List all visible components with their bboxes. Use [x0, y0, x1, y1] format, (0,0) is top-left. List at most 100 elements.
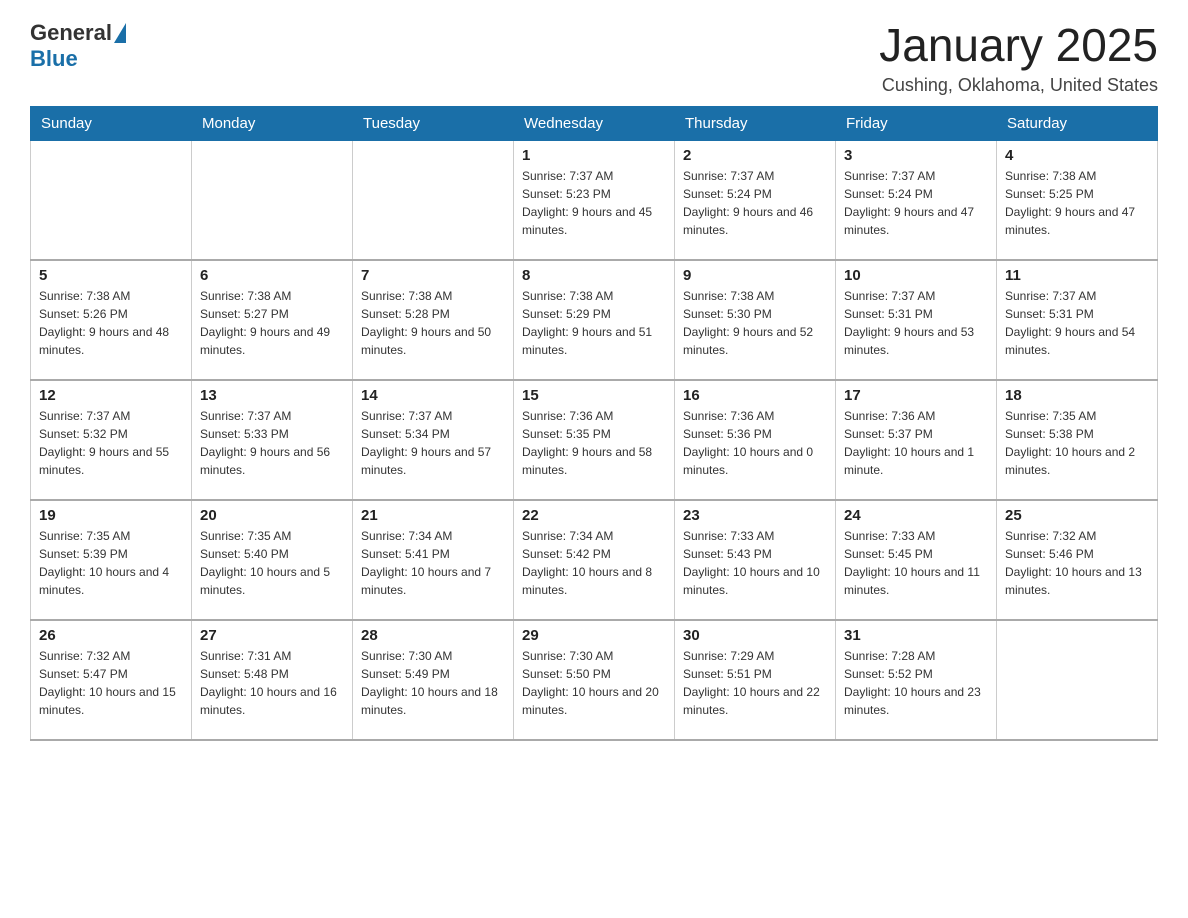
calendar-day-8: 8Sunrise: 7:38 AM Sunset: 5:29 PM Daylig… — [514, 260, 675, 380]
day-info: Sunrise: 7:37 AM Sunset: 5:34 PM Dayligh… — [361, 407, 505, 479]
day-info: Sunrise: 7:32 AM Sunset: 5:46 PM Dayligh… — [1005, 527, 1149, 599]
day-number: 27 — [200, 627, 344, 644]
calendar-week-3: 12 Sunrise: 7:37 AM Sunset: 5:32 PM Dayli… — [31, 380, 1158, 500]
calendar-day-20: 20 Sunrise: 7:35 AM Sunset: 5:40 PM Dayli… — [192, 500, 353, 620]
calendar-day-6: 6 Sunrise: 7:38 AM Sunset: 5:27 PM Daylig… — [192, 260, 353, 380]
calendar-day-26: 26Sunrise: 7:32 AM Sunset: 5:47 PM Dayli… — [31, 620, 192, 740]
day-info: Sunrise: 7:37 AM Sunset: 5:33 PM Dayligh… — [200, 407, 344, 479]
calendar-day-16: 16 Sunrise: 7:36 AM Sunset: 5:36 PM Dayli… — [675, 380, 836, 500]
day-info: Sunrise: 7:29 AM Sunset: 5:51 PM Dayligh… — [683, 647, 827, 719]
day-number: 20 — [200, 507, 344, 524]
day-info: Sunrise: 7:37 AM Sunset: 5:23 PM Dayligh… — [522, 167, 666, 239]
calendar-day-19: 19 Sunrise: 7:35 AM Sunset: 5:39 PM Dayli… — [31, 500, 192, 620]
day-info: Sunrise: 7:30 AM Sunset: 5:49 PM Dayligh… — [361, 647, 505, 719]
header-day-sunday: Sunday — [31, 106, 192, 140]
calendar-day-3: 3 Sunrise: 7:37 AM Sunset: 5:24 PM Daylig… — [836, 140, 997, 260]
day-number: 4 — [1005, 147, 1149, 164]
day-number: 16 — [683, 387, 827, 404]
day-number: 18 — [1005, 387, 1149, 404]
calendar-day-23: 23 Sunrise: 7:33 AM Sunset: 5:43 PM Dayli… — [675, 500, 836, 620]
day-number: 19 — [39, 507, 183, 524]
day-number: 24 — [844, 507, 988, 524]
header-day-wednesday: Wednesday — [514, 106, 675, 140]
calendar-day-5: 5 Sunrise: 7:38 AM Sunset: 5:26 PM Daylig… — [31, 260, 192, 380]
day-info: Sunrise: 7:37 AM Sunset: 5:32 PM Dayligh… — [39, 407, 183, 479]
empty-cell — [997, 620, 1158, 740]
day-info: Sunrise: 7:34 AM Sunset: 5:41 PM Dayligh… — [361, 527, 505, 599]
header-day-thursday: Thursday — [675, 106, 836, 140]
page-title: January 2025 — [879, 20, 1158, 71]
empty-cell — [31, 140, 192, 260]
day-number: 3 — [844, 147, 988, 164]
day-info: Sunrise: 7:35 AM Sunset: 5:40 PM Dayligh… — [200, 527, 344, 599]
day-info: Sunrise: 7:36 AM Sunset: 5:36 PM Dayligh… — [683, 407, 827, 479]
day-number: 22 — [522, 507, 666, 524]
calendar-day-9: 9Sunrise: 7:38 AM Sunset: 5:30 PM Daylig… — [675, 260, 836, 380]
empty-cell — [353, 140, 514, 260]
calendar-body: 1 Sunrise: 7:37 AM Sunset: 5:23 PM Daylig… — [31, 140, 1158, 740]
header-day-monday: Monday — [192, 106, 353, 140]
calendar-day-11: 11Sunrise: 7:37 AM Sunset: 5:31 PM Dayli… — [997, 260, 1158, 380]
page-header: General Blue January 2025 Cushing, Oklah… — [30, 20, 1158, 96]
calendar-day-15: 15 Sunrise: 7:36 AM Sunset: 5:35 PM Dayli… — [514, 380, 675, 500]
day-number: 10 — [844, 267, 988, 284]
calendar-table: SundayMondayTuesdayWednesdayThursdayFrid… — [30, 106, 1158, 742]
day-info: Sunrise: 7:38 AM Sunset: 5:27 PM Dayligh… — [200, 287, 344, 359]
calendar-day-30: 30Sunrise: 7:29 AM Sunset: 5:51 PM Dayli… — [675, 620, 836, 740]
calendar-day-21: 21 Sunrise: 7:34 AM Sunset: 5:41 PM Dayli… — [353, 500, 514, 620]
day-number: 17 — [844, 387, 988, 404]
calendar-day-17: 17Sunrise: 7:36 AM Sunset: 5:37 PM Dayli… — [836, 380, 997, 500]
calendar-day-29: 29 Sunrise: 7:30 AM Sunset: 5:50 PM Dayli… — [514, 620, 675, 740]
calendar-day-18: 18 Sunrise: 7:35 AM Sunset: 5:38 PM Dayli… — [997, 380, 1158, 500]
day-info: Sunrise: 7:35 AM Sunset: 5:38 PM Dayligh… — [1005, 407, 1149, 479]
day-info: Sunrise: 7:37 AM Sunset: 5:31 PM Dayligh… — [1005, 287, 1149, 359]
day-number: 25 — [1005, 507, 1149, 524]
day-info: Sunrise: 7:28 AM Sunset: 5:52 PM Dayligh… — [844, 647, 988, 719]
header-day-saturday: Saturday — [997, 106, 1158, 140]
day-number: 6 — [200, 267, 344, 284]
logo: General Blue — [30, 20, 128, 72]
day-info: Sunrise: 7:38 AM Sunset: 5:28 PM Dayligh… — [361, 287, 505, 359]
logo-general-text: General — [30, 20, 112, 46]
calendar-day-25: 25 Sunrise: 7:32 AM Sunset: 5:46 PM Dayli… — [997, 500, 1158, 620]
logo-triangle-icon — [114, 23, 126, 43]
calendar-day-14: 14 Sunrise: 7:37 AM Sunset: 5:34 PM Dayli… — [353, 380, 514, 500]
logo-blue-text: Blue — [30, 46, 78, 72]
day-info: Sunrise: 7:38 AM Sunset: 5:26 PM Dayligh… — [39, 287, 183, 359]
day-number: 31 — [844, 627, 988, 644]
day-info: Sunrise: 7:35 AM Sunset: 5:39 PM Dayligh… — [39, 527, 183, 599]
day-number: 23 — [683, 507, 827, 524]
calendar-day-4: 4Sunrise: 7:38 AM Sunset: 5:25 PM Daylig… — [997, 140, 1158, 260]
calendar-day-27: 27 Sunrise: 7:31 AM Sunset: 5:48 PM Dayli… — [192, 620, 353, 740]
day-info: Sunrise: 7:37 AM Sunset: 5:24 PM Dayligh… — [844, 167, 988, 239]
day-info: Sunrise: 7:32 AM Sunset: 5:47 PM Dayligh… — [39, 647, 183, 719]
calendar-week-4: 19 Sunrise: 7:35 AM Sunset: 5:39 PM Dayli… — [31, 500, 1158, 620]
day-number: 14 — [361, 387, 505, 404]
day-number: 28 — [361, 627, 505, 644]
calendar-day-2: 2 Sunrise: 7:37 AM Sunset: 5:24 PM Daylig… — [675, 140, 836, 260]
day-info: Sunrise: 7:30 AM Sunset: 5:50 PM Dayligh… — [522, 647, 666, 719]
day-number: 15 — [522, 387, 666, 404]
calendar-header: SundayMondayTuesdayWednesdayThursdayFrid… — [31, 106, 1158, 140]
day-number: 1 — [522, 147, 666, 164]
day-info: Sunrise: 7:38 AM Sunset: 5:29 PM Dayligh… — [522, 287, 666, 359]
day-number: 29 — [522, 627, 666, 644]
day-number: 12 — [39, 387, 183, 404]
day-number: 21 — [361, 507, 505, 524]
empty-cell — [192, 140, 353, 260]
day-number: 7 — [361, 267, 505, 284]
calendar-day-1: 1 Sunrise: 7:37 AM Sunset: 5:23 PM Daylig… — [514, 140, 675, 260]
calendar-week-5: 26Sunrise: 7:32 AM Sunset: 5:47 PM Dayli… — [31, 620, 1158, 740]
day-info: Sunrise: 7:33 AM Sunset: 5:45 PM Dayligh… — [844, 527, 988, 599]
header-day-tuesday: Tuesday — [353, 106, 514, 140]
day-number: 5 — [39, 267, 183, 284]
day-info: Sunrise: 7:31 AM Sunset: 5:48 PM Dayligh… — [200, 647, 344, 719]
calendar-day-7: 7 Sunrise: 7:38 AM Sunset: 5:28 PM Daylig… — [353, 260, 514, 380]
calendar-week-1: 1 Sunrise: 7:37 AM Sunset: 5:23 PM Daylig… — [31, 140, 1158, 260]
day-info: Sunrise: 7:37 AM Sunset: 5:24 PM Dayligh… — [683, 167, 827, 239]
calendar-day-31: 31 Sunrise: 7:28 AM Sunset: 5:52 PM Dayli… — [836, 620, 997, 740]
day-info: Sunrise: 7:33 AM Sunset: 5:43 PM Dayligh… — [683, 527, 827, 599]
calendar-week-2: 5 Sunrise: 7:38 AM Sunset: 5:26 PM Daylig… — [31, 260, 1158, 380]
day-info: Sunrise: 7:36 AM Sunset: 5:35 PM Dayligh… — [522, 407, 666, 479]
day-number: 2 — [683, 147, 827, 164]
